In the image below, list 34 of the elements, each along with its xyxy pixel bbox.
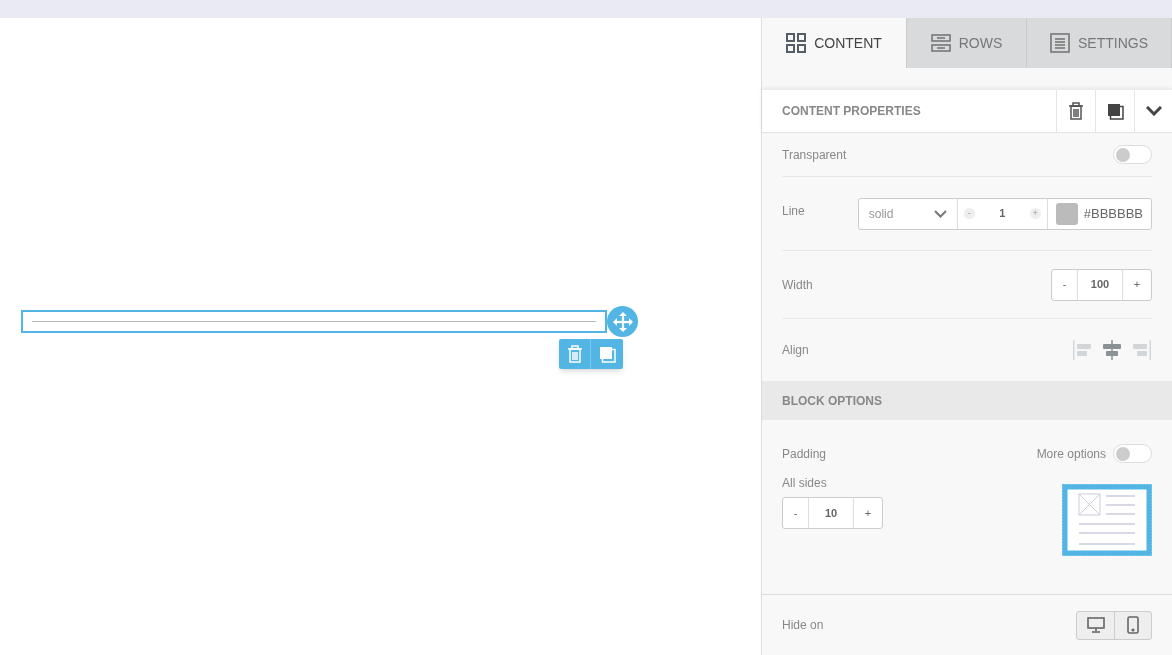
- delete-button[interactable]: [559, 339, 591, 369]
- field-label: More options: [1036, 445, 1106, 463]
- section-title: BLOCK OPTIONS: [782, 392, 882, 410]
- desktop-icon: [1086, 617, 1105, 633]
- duplicate-icon: [598, 345, 616, 363]
- line-style-dropdown[interactable]: solid: [858, 198, 958, 229]
- field-label: Hide on: [782, 617, 824, 634]
- chevron-down-icon: [933, 209, 947, 218]
- field-label: Padding: [782, 445, 827, 463]
- transparent-toggle[interactable]: [1113, 145, 1152, 164]
- phone-icon: [1127, 616, 1139, 634]
- move-icon: [612, 311, 633, 332]
- field-label: Transparent: [782, 146, 847, 164]
- tab[interactable]: CONTENT: [762, 18, 907, 68]
- rows-icon: [930, 33, 951, 53]
- chevron-down-icon: [1145, 106, 1162, 116]
- trash-icon: [566, 345, 583, 363]
- duplicate-icon: [1106, 102, 1124, 120]
- align-center-icon[interactable]: [1102, 340, 1122, 360]
- field-label: Align: [782, 342, 809, 359]
- color-picker[interactable]: #BBBBBB: [1047, 198, 1151, 229]
- document-icon: [1050, 33, 1070, 53]
- move-handle[interactable]: [607, 306, 638, 337]
- trash-icon: [1068, 102, 1084, 120]
- field-label: All sides: [782, 475, 828, 492]
- align-right-icon[interactable]: [1132, 340, 1152, 360]
- field-label: Line: [782, 202, 805, 220]
- align-left-icon[interactable]: [1072, 340, 1092, 360]
- number-field[interactable]: 1: [999, 205, 1006, 222]
- grid-icon: [786, 33, 807, 53]
- more-options-toggle[interactable]: [1113, 444, 1152, 463]
- field-label: Width: [782, 276, 813, 294]
- divider-block[interactable]: [21, 310, 607, 333]
- section-title: CONTENT PROPERTIES: [781, 103, 922, 120]
